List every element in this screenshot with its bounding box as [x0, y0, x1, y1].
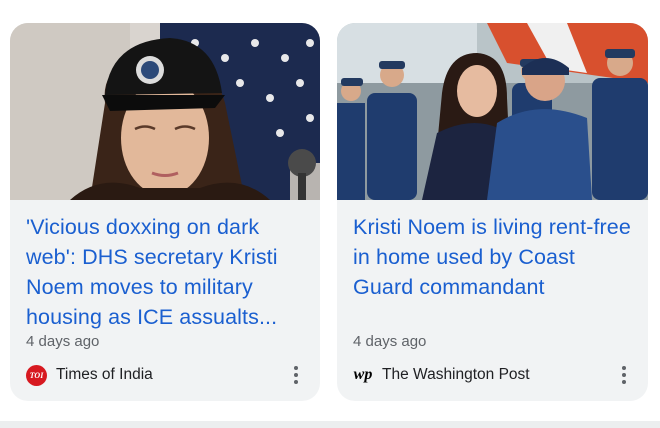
article-age: 4 days ago [26, 333, 100, 350]
article-thumbnail[interactable] [10, 23, 320, 200]
more-vert-icon [294, 366, 298, 384]
news-photo-icon [337, 23, 648, 200]
source-name: Times of India [56, 366, 153, 383]
article-headline[interactable]: 'Vicious doxxing on dark web': DHS secre… [26, 212, 308, 332]
more-options-button[interactable] [612, 363, 636, 387]
times-of-india-logo-icon: TOI [26, 364, 47, 386]
article-source[interactable]: TOI Times of India [26, 364, 153, 386]
article-thumbnail[interactable] [337, 23, 648, 200]
source-name: The Washington Post [382, 366, 530, 383]
article-headline[interactable]: Kristi Noem is living rent-free in home … [353, 212, 636, 302]
more-vert-icon [622, 366, 626, 384]
news-card[interactable]: 'Vicious doxxing on dark web': DHS secre… [10, 23, 320, 401]
section-divider [0, 421, 660, 428]
article-source[interactable]: wp The Washington Post [353, 364, 530, 386]
news-card[interactable]: Kristi Noem is living rent-free in home … [337, 23, 648, 401]
article-age: 4 days ago [353, 333, 427, 350]
more-options-button[interactable] [284, 363, 308, 387]
washington-post-logo-icon: wp [353, 366, 373, 383]
news-photo-icon [10, 23, 320, 200]
